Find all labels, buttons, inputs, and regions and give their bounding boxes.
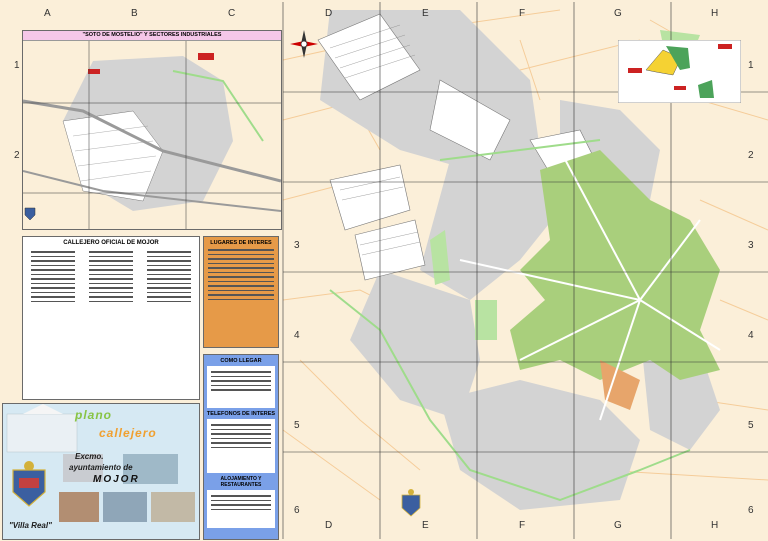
grid-row-6: 6 (294, 505, 300, 516)
grid-row-2: 2 (14, 150, 20, 161)
grid-col-f: F (519, 8, 526, 19)
grid-row-4: 4 (294, 330, 300, 341)
grid-row-3: 3 (294, 240, 300, 251)
howto-title: COMO LLEGAR (220, 358, 262, 364)
inset-header: "SOTO DE MOSTELIO" Y SECTORES INDUSTRIAL… (23, 31, 281, 41)
street-index-panel[interactable]: CALLEJERO OFICIAL DE MOJOR (22, 236, 200, 400)
inset-title: "SOTO DE MOSTELIO" Y SECTORES INDUSTRIAL… (82, 32, 222, 38)
grid-row-1-right: 1 (748, 60, 754, 71)
cover-panel: plano callejero Excmo. ayuntamiento de M… (2, 403, 200, 540)
phones-title: TELEFONOS DE INTERES (206, 411, 276, 417)
grid-col-h: H (711, 8, 719, 19)
locator-map-icon[interactable] (618, 40, 741, 103)
cover-town: MOJOR (93, 474, 140, 485)
grid-row-5: 5 (294, 420, 300, 431)
grid-row-5-right: 5 (748, 420, 754, 431)
cover-word-plano: plano (75, 408, 112, 422)
grid-col-g: G (614, 8, 622, 19)
howto-panel[interactable]: COMO LLEGAR TELEFONOS DE INTERES ALOJAMI… (203, 354, 279, 540)
grid-col-e-bottom: E (422, 520, 429, 531)
compass-rose-icon (290, 30, 318, 58)
grid-col-d-bottom: D (325, 520, 333, 531)
grid-col-a: A (44, 8, 51, 19)
grid-row-1: 1 (14, 60, 20, 71)
places-panel[interactable]: LUGARES DE INTERES (203, 236, 279, 348)
grid-row-4-right: 4 (748, 330, 754, 341)
cover-motto: "Villa Real" (9, 521, 52, 530)
grid-col-g-bottom: G (614, 520, 622, 531)
cover-line2: ayuntamiento de (69, 463, 133, 472)
grid-col-h-bottom: H (711, 520, 719, 531)
places-title: LUGARES DE INTERES (210, 240, 272, 246)
grid-col-b: B (131, 8, 138, 19)
cover-coat-of-arms-icon (12, 461, 46, 507)
map-page: A B C D E F G H D E F G H 1 2 3 4 5 6 1 … (0, 0, 768, 541)
cover-line1: Excmo. (75, 452, 104, 461)
inset-map[interactable]: "SOTO DE MOSTELIO" Y SECTORES INDUSTRIAL… (22, 30, 282, 230)
grid-col-d: D (325, 8, 333, 19)
grid-row-3-right: 3 (748, 240, 754, 251)
grid-row-6-right: 6 (748, 505, 754, 516)
grid-col-e: E (422, 8, 429, 19)
grid-col-c: C (228, 8, 236, 19)
cover-word-callejero: callejero (99, 426, 157, 440)
grid-col-f-bottom: F (519, 520, 526, 531)
lodging-title: ALOJAMIENTO Y RESTAURANTES (220, 476, 262, 488)
coat-of-arms-icon (24, 207, 36, 221)
map-coat-of-arms-icon (401, 489, 421, 517)
grid-row-2-right: 2 (748, 150, 754, 161)
